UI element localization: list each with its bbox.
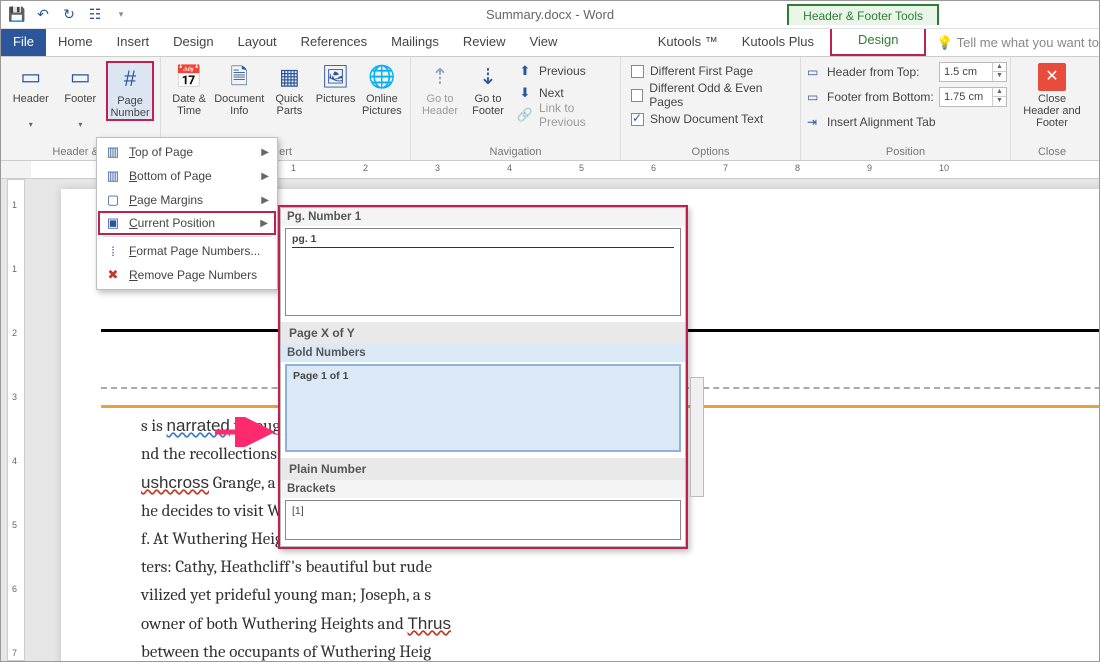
gallery-scrollbar[interactable] bbox=[690, 377, 704, 497]
goto-footer-button[interactable]: ⇣Go to Footer bbox=[465, 61, 511, 117]
header-top-icon: ▭ bbox=[807, 65, 823, 79]
tab-home[interactable]: Home bbox=[46, 29, 105, 56]
tab-references[interactable]: References bbox=[289, 29, 379, 56]
link-previous-button[interactable]: 🔗Link to Previous bbox=[513, 105, 614, 125]
tab-kutools[interactable]: Kutools ™ bbox=[646, 29, 730, 56]
quick-access-toolbar: 💾 ↶ ↻ ☷ ▾ Summary.docx - Word Header & F… bbox=[1, 1, 1099, 29]
spinner-down-icon[interactable]: ▼ bbox=[993, 97, 1006, 106]
menu-top-of-page[interactable]: ▥Top of Page▶ bbox=[99, 140, 275, 164]
header-button[interactable]: ▭Header▾ bbox=[7, 61, 55, 131]
gallery-preview-pg1[interactable]: pg. 1 bbox=[285, 228, 681, 316]
tab-design-contextual[interactable]: Design bbox=[830, 29, 926, 56]
tab-kutools-plus[interactable]: Kutools Plus bbox=[730, 29, 826, 56]
insert-alignment-tab-button[interactable]: ⇥Insert Alignment Tab bbox=[807, 111, 1007, 133]
group-label-options: Options bbox=[627, 146, 794, 158]
window-title: Summary.docx - Word bbox=[486, 7, 614, 22]
group-label-nav: Navigation bbox=[417, 146, 614, 158]
remove-icon: ✖ bbox=[105, 267, 121, 283]
online-picture-icon: 🌐 bbox=[368, 63, 396, 91]
menu-remove-page-numbers[interactable]: ✖Remove Page Numbers bbox=[99, 263, 275, 287]
annotation-arrow-icon bbox=[213, 417, 275, 447]
pictures-button[interactable]: 🖼Pictures bbox=[314, 61, 358, 117]
footer-bottom-label: Footer from Bottom: bbox=[827, 90, 935, 104]
show-document-text-checkbox[interactable]: Show Document Text bbox=[627, 109, 794, 129]
header-top-label: Header from Top: bbox=[827, 65, 935, 79]
footer-bottom-icon: ▭ bbox=[807, 90, 823, 104]
tab-review[interactable]: Review bbox=[451, 29, 518, 56]
link-icon: 🔗 bbox=[517, 107, 533, 123]
calendar-icon: 📅 bbox=[175, 63, 203, 91]
online-pictures-button[interactable]: 🌐Online Pictures bbox=[360, 61, 404, 117]
quick-parts-icon: ▦ bbox=[275, 63, 303, 91]
doc-info-icon: 🗎 bbox=[225, 63, 253, 91]
menu-bottom-of-page[interactable]: ▥Bottom of Page▶ bbox=[99, 164, 275, 188]
contextual-tool-tab: Header & Footer Tools bbox=[787, 4, 939, 25]
gallery-item-brackets: Brackets bbox=[281, 480, 685, 498]
tab-mailings[interactable]: Mailings bbox=[379, 29, 451, 56]
page-icon: ▥ bbox=[105, 168, 121, 184]
picture-icon: 🖼 bbox=[322, 63, 350, 91]
tab-layout[interactable]: Layout bbox=[226, 29, 289, 56]
gallery-category-plain-number: Plain Number bbox=[281, 458, 685, 480]
tab-view[interactable]: View bbox=[517, 29, 569, 56]
tab-file[interactable]: File bbox=[1, 29, 46, 56]
group-label-position: Position bbox=[807, 146, 1004, 158]
goto-header-icon: ⇡ bbox=[426, 63, 454, 91]
margins-icon: ▢ bbox=[105, 192, 121, 208]
date-time-button[interactable]: 📅Date & Time bbox=[167, 61, 211, 117]
spinner-up-icon[interactable]: ▲ bbox=[993, 88, 1006, 97]
position-icon: ▣ bbox=[105, 215, 121, 231]
qat-more-icon[interactable]: ▾ bbox=[111, 5, 131, 25]
menu-current-position[interactable]: ▣Current Position▶ bbox=[98, 211, 276, 235]
save-icon[interactable]: 💾 bbox=[7, 5, 27, 25]
previous-icon: ⬆ bbox=[517, 63, 533, 79]
gallery-category-page-x-of-y: Page X of Y bbox=[281, 322, 685, 344]
chevron-right-icon: ▶ bbox=[261, 195, 269, 206]
gallery-item-pg-number-1: Pg. Number 1 bbox=[281, 208, 685, 226]
document-info-button[interactable]: 🗎Document Info bbox=[213, 61, 265, 117]
previous-button[interactable]: ⬆Previous bbox=[513, 61, 614, 81]
gallery-preview-bold-numbers[interactable]: Page 1 of 1 bbox=[285, 364, 681, 452]
gallery-preview-brackets[interactable]: [1] bbox=[285, 500, 681, 540]
different-odd-even-checkbox[interactable]: Different Odd & Even Pages bbox=[627, 85, 794, 105]
page-number-button[interactable]: #Page Number bbox=[106, 61, 154, 121]
tell-me-search[interactable]: 💡Tell me what you want to bbox=[926, 29, 1099, 56]
footer-icon: ▭ bbox=[66, 63, 94, 91]
bulb-icon: 💡 bbox=[936, 35, 952, 51]
next-icon: ⬇ bbox=[517, 85, 533, 101]
custom-icon[interactable]: ☷ bbox=[85, 5, 105, 25]
menu-format-page-numbers[interactable]: ⁞Format Page Numbers... bbox=[99, 239, 275, 263]
page-icon: ▥ bbox=[105, 144, 121, 160]
alignment-tab-icon: ⇥ bbox=[807, 115, 823, 129]
format-icon: ⁞ bbox=[105, 243, 121, 259]
next-button[interactable]: ⬇Next bbox=[513, 83, 614, 103]
redo-icon[interactable]: ↻ bbox=[59, 5, 79, 25]
footer-bottom-spinner[interactable]: 1.75 cm▲▼ bbox=[939, 87, 1007, 107]
chevron-right-icon: ▶ bbox=[261, 147, 269, 158]
footer-button[interactable]: ▭Footer▾ bbox=[57, 61, 105, 131]
chevron-right-icon: ▶ bbox=[260, 218, 268, 229]
header-top-spinner[interactable]: 1.5 cm▲▼ bbox=[939, 62, 1007, 82]
close-header-footer-button[interactable]: ✕Close Header and Footer bbox=[1017, 61, 1087, 129]
quick-parts-button[interactable]: ▦Quick Parts bbox=[267, 61, 311, 117]
chevron-right-icon: ▶ bbox=[261, 171, 269, 182]
page-number-menu: ▥Top of Page▶ ▥Bottom of Page▶ ▢Page Mar… bbox=[96, 137, 278, 290]
different-first-page-checkbox[interactable]: Different First Page bbox=[627, 61, 794, 81]
ribbon-tabs: File Home Insert Design Layout Reference… bbox=[1, 29, 1099, 57]
spinner-up-icon[interactable]: ▲ bbox=[993, 63, 1006, 72]
tab-design[interactable]: Design bbox=[161, 29, 225, 56]
goto-footer-icon: ⇣ bbox=[474, 63, 502, 91]
gallery-item-bold-numbers: Bold Numbers bbox=[281, 344, 685, 362]
tab-insert[interactable]: Insert bbox=[105, 29, 162, 56]
header-icon: ▭ bbox=[17, 63, 45, 91]
page-number-gallery: Pg. Number 1 pg. 1 Page X of Y Bold Numb… bbox=[278, 205, 688, 549]
page-number-icon: # bbox=[116, 65, 144, 93]
vertical-ruler: 11234567 bbox=[7, 179, 25, 661]
group-label-close: Close bbox=[1017, 146, 1087, 158]
close-icon: ✕ bbox=[1038, 63, 1066, 91]
menu-page-margins[interactable]: ▢Page Margins▶ bbox=[99, 188, 275, 212]
undo-icon[interactable]: ↶ bbox=[33, 5, 53, 25]
goto-header-button[interactable]: ⇡Go to Header bbox=[417, 61, 463, 117]
spinner-down-icon[interactable]: ▼ bbox=[993, 72, 1006, 81]
